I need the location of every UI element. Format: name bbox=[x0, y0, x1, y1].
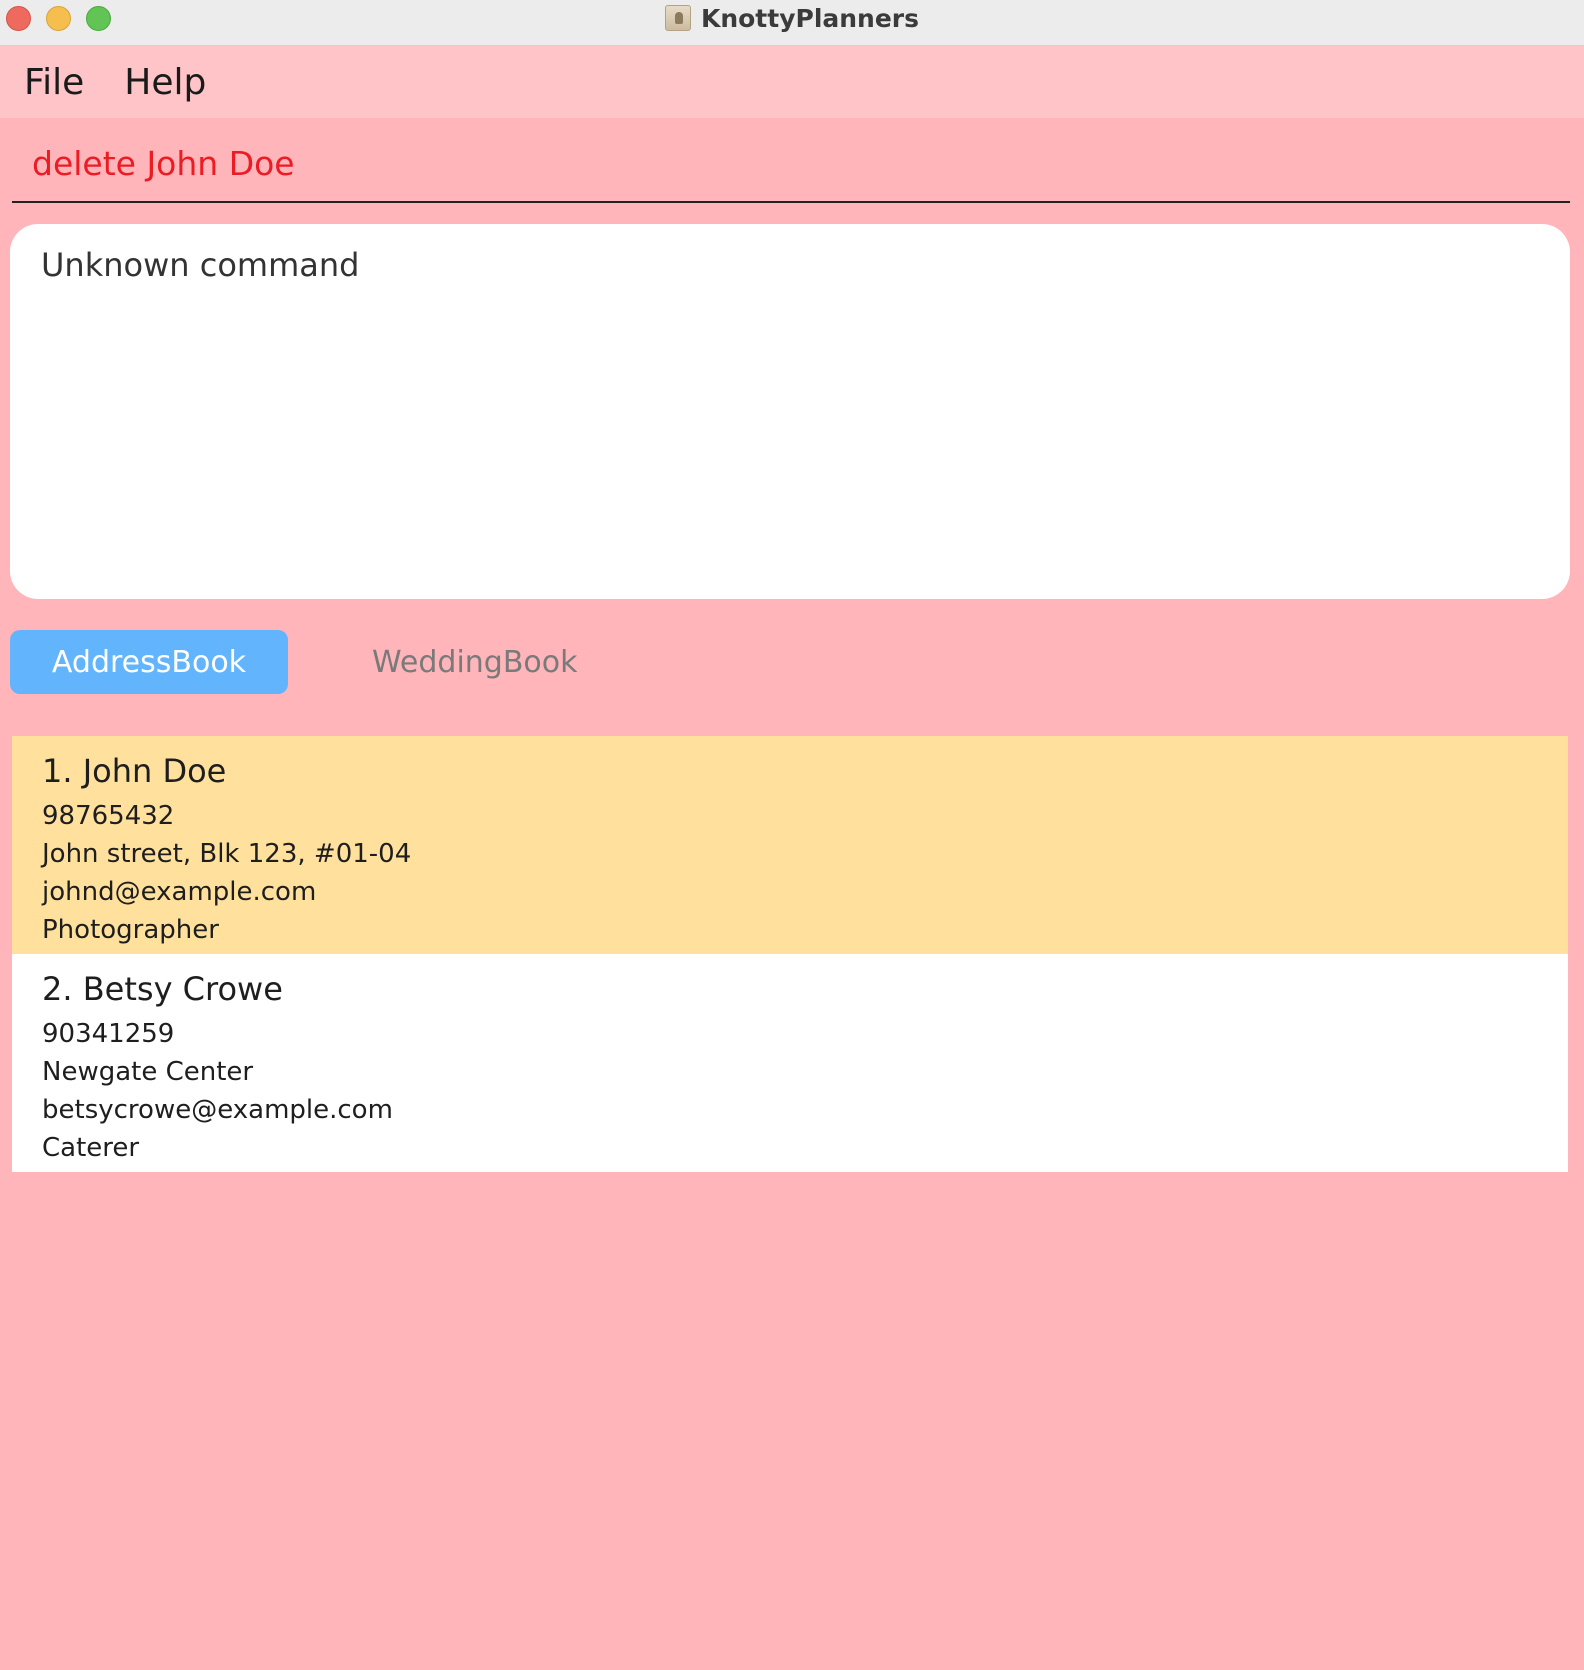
tab-bar: AddressBook WeddingBook bbox=[10, 630, 612, 694]
command-input[interactable] bbox=[12, 126, 1570, 201]
window-titlebar: KnottyPlanners bbox=[0, 0, 1584, 46]
window-title: KnottyPlanners bbox=[700, 3, 920, 33]
person-name: 2. Betsy Crowe bbox=[42, 970, 283, 1008]
person-card[interactable]: 2. Betsy Crowe 90341259 Newgate Center b… bbox=[12, 954, 1568, 1172]
menu-bar: File Help bbox=[0, 46, 1584, 118]
person-email: johnd@example.com bbox=[42, 877, 317, 907]
person-phone: 90341259 bbox=[42, 1019, 175, 1049]
tab-weddingbook[interactable]: WeddingBook bbox=[338, 630, 612, 694]
person-card[interactable]: 1. John Doe 98765432 John street, Blk 12… bbox=[12, 736, 1568, 954]
person-role: Photographer bbox=[42, 915, 219, 945]
result-display: Unknown command bbox=[10, 224, 1570, 599]
person-role: Caterer bbox=[42, 1133, 140, 1163]
person-list: 1. John Doe 98765432 John street, Blk 12… bbox=[12, 736, 1568, 1172]
tab-addressbook[interactable]: AddressBook bbox=[10, 630, 288, 694]
app-icon bbox=[664, 5, 691, 31]
window-title-area: KnottyPlanners bbox=[0, 0, 1584, 36]
person-name: 1. John Doe bbox=[42, 752, 227, 790]
person-address: Newgate Center bbox=[42, 1057, 254, 1087]
result-message: Unknown command bbox=[41, 246, 360, 284]
menu-help[interactable]: Help bbox=[104, 62, 226, 103]
command-box bbox=[12, 126, 1570, 203]
person-email: betsycrowe@example.com bbox=[42, 1095, 393, 1125]
person-phone: 98765432 bbox=[42, 801, 175, 831]
menu-file[interactable]: File bbox=[0, 62, 104, 103]
person-address: John street, Blk 123, #01-04 bbox=[42, 839, 412, 869]
